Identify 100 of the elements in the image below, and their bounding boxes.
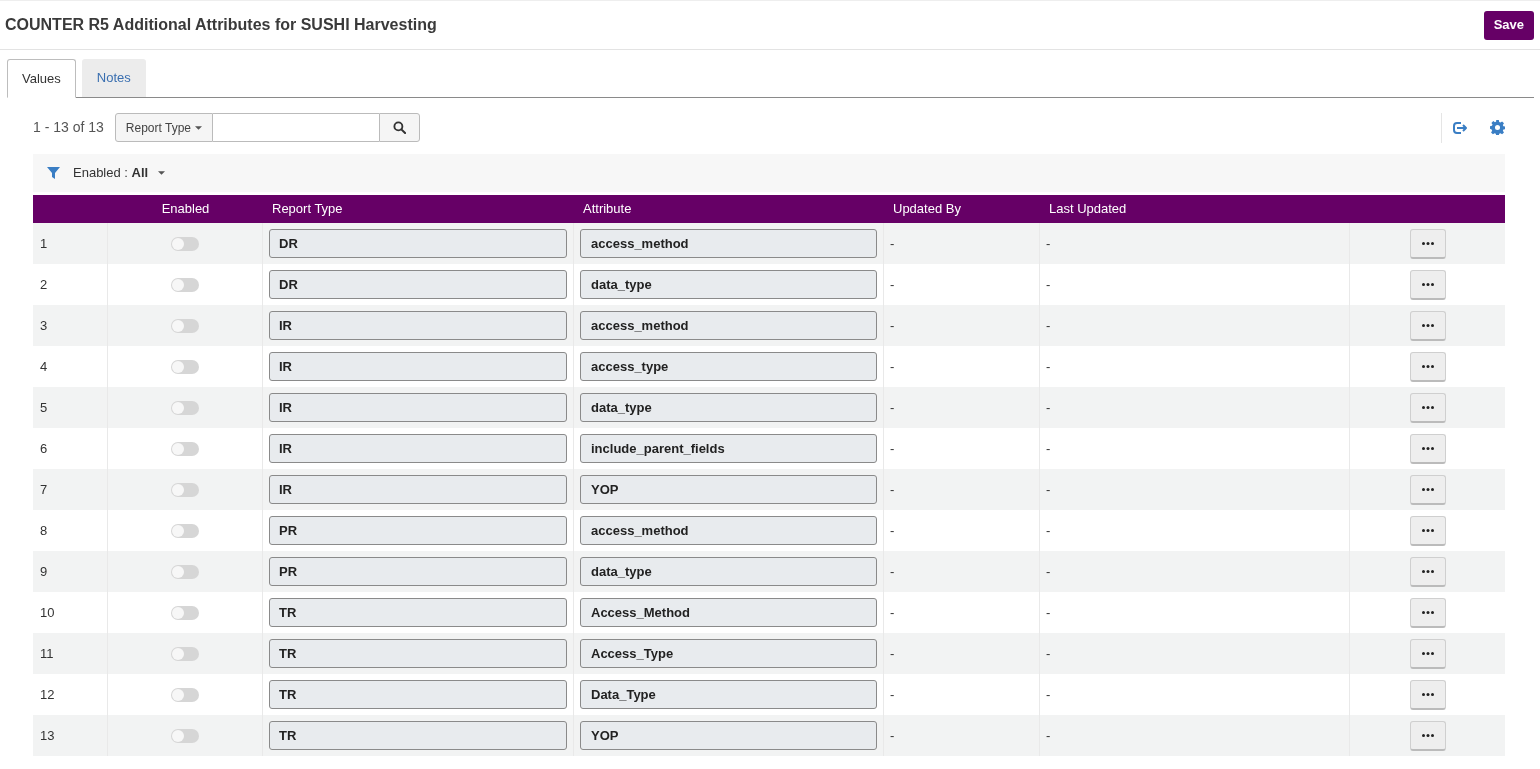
more-actions-button[interactable] [1409,392,1446,423]
last-updated-cell-text: - [1046,644,1051,663]
enabled-toggle[interactable] [171,441,199,456]
attribute-field[interactable]: Access_Type [580,639,877,668]
search-scope-dropdown[interactable]: Report Type [114,113,213,142]
more-actions-button[interactable] [1409,474,1446,505]
column-header: Report Type [272,201,343,217]
enabled-toggle[interactable] [171,646,199,661]
attribute-field[interactable]: access_method [580,516,877,545]
caret-icon [158,171,166,175]
ellipsis-icon [1421,610,1434,614]
row-number: 1 [40,234,48,253]
updated-by-cell-text: - [890,521,895,540]
row-number: 7 [40,480,48,499]
enabled-toggle[interactable] [171,482,199,497]
updated-by-cell-text: - [890,726,895,745]
report-type-field[interactable]: TR [269,598,567,627]
attribute-field[interactable]: include_parent_fields [580,434,877,463]
enabled-toggle[interactable] [171,318,199,333]
report-type-field[interactable]: IR [269,393,567,422]
result-count: 1 - 13 of 13 [33,118,104,137]
attribute-field[interactable]: YOP [580,721,877,750]
attribute-field[interactable]: data_type [580,270,877,299]
ellipsis-icon [1421,282,1434,286]
more-actions-button[interactable] [1409,597,1446,628]
last-updated-cell-text: - [1046,685,1051,704]
row-number: 6 [40,439,48,458]
more-actions-button[interactable] [1409,638,1446,669]
enabled-toggle[interactable] [171,605,199,620]
ellipsis-icon [1421,323,1434,327]
search-button[interactable] [379,113,420,142]
ellipsis-icon [1421,692,1434,696]
report-type-field[interactable]: IR [269,434,567,463]
ellipsis-icon [1421,364,1434,368]
more-actions-button[interactable] [1409,556,1446,587]
enabled-filter-dropdown[interactable]: Enabled : All [73,163,166,183]
report-type-field[interactable]: TR [269,639,567,668]
last-updated-cell-text: - [1046,726,1051,745]
updated-by-cell-text: - [890,275,895,294]
report-type-field[interactable]: DR [269,270,567,299]
last-updated-cell-text: - [1046,398,1051,417]
enabled-toggle[interactable] [171,400,199,415]
report-type-field[interactable]: PR [269,557,567,586]
last-updated-cell-text: - [1046,234,1051,253]
updated-by-cell-text: - [890,316,895,335]
more-actions-button[interactable] [1409,228,1446,259]
ellipsis-icon [1421,651,1434,655]
enabled-toggle[interactable] [171,564,199,579]
updated-by-cell-text: - [890,685,895,704]
search-field[interactable] [213,113,379,142]
row-number: 13 [40,726,55,745]
report-type-field[interactable]: TR [269,680,567,709]
attribute-field[interactable]: access_type [580,352,877,381]
updated-by-cell-text: - [890,398,895,417]
attribute-field[interactable]: data_type [580,393,877,422]
attribute-field[interactable]: data_type [580,557,877,586]
save-button[interactable]: Save [1483,10,1534,40]
attribute-field[interactable]: YOP [580,475,877,504]
tab[interactable]: Values [7,59,76,98]
column-header: Updated By [893,201,961,217]
attribute-field[interactable]: access_method [580,311,877,340]
more-actions-button[interactable] [1409,310,1446,341]
row-number: 5 [40,398,48,417]
report-type-field[interactable]: IR [269,311,567,340]
last-updated-cell-text: - [1046,603,1051,622]
enabled-toggle[interactable] [171,236,199,251]
report-type-field[interactable]: PR [269,516,567,545]
report-type-field[interactable]: IR [269,475,567,504]
enabled-toggle[interactable] [171,523,199,538]
updated-by-cell-text: - [890,480,895,499]
more-actions-button[interactable] [1409,269,1446,300]
ellipsis-icon [1421,405,1434,409]
updated-by-cell-text: - [890,562,895,581]
attribute-field[interactable]: Access_Method [580,598,877,627]
more-actions-button[interactable] [1409,679,1446,710]
report-type-field[interactable]: IR [269,352,567,381]
row-number: 2 [40,275,48,294]
enabled-toggle[interactable] [171,687,199,702]
tab[interactable]: Notes [81,59,146,97]
enabled-toggle[interactable] [171,728,199,743]
last-updated-cell-text: - [1046,357,1051,376]
enabled-toggle[interactable] [171,359,199,374]
more-actions-button[interactable] [1409,720,1446,751]
last-updated-cell-text: - [1046,439,1051,458]
caret-icon [195,125,202,130]
more-actions-button[interactable] [1409,351,1446,382]
enabled-toggle[interactable] [171,277,199,292]
more-actions-button[interactable] [1409,433,1446,464]
report-type-field[interactable]: TR [269,721,567,750]
settings-button[interactable] [1490,120,1505,135]
updated-by-cell-text: - [890,644,895,663]
attribute-field[interactable]: access_method [580,229,877,258]
search-icon [393,121,406,134]
attribute-field[interactable]: Data_Type [580,680,877,709]
updated-by-cell-text: - [890,357,895,376]
settings-icon [1490,120,1505,135]
report-type-field[interactable]: DR [269,229,567,258]
more-actions-button[interactable] [1409,515,1446,546]
row-number: 11 [40,644,54,663]
export-button[interactable] [1452,119,1468,136]
